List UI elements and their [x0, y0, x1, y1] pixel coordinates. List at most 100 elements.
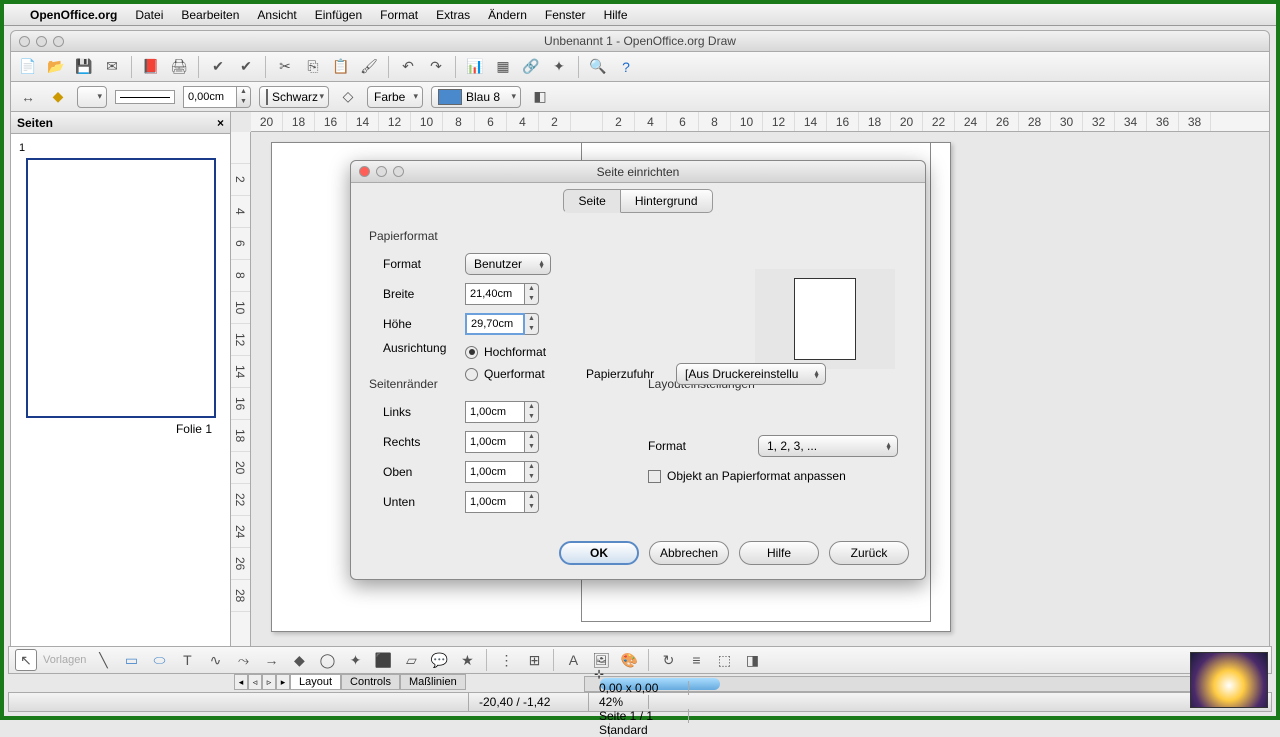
width-stepper[interactable]: ▲▼ [525, 283, 539, 305]
hyperlink-icon[interactable]: 🔗 [520, 56, 542, 78]
menu-aendern[interactable]: Ändern [488, 8, 527, 22]
minimize-icon[interactable] [36, 36, 47, 47]
callouts-icon[interactable]: 💬 [428, 649, 450, 671]
height-stepper[interactable]: ▲▼ [525, 313, 539, 335]
margin-left-stepper[interactable]: ▲▼ [525, 401, 539, 423]
line-width-input[interactable] [183, 86, 237, 108]
tab-nav-last-icon[interactable]: ▸ [276, 674, 290, 690]
block-arrows-icon[interactable]: ⬛ [372, 649, 394, 671]
zoom-icon[interactable]: 🔍 [587, 56, 609, 78]
margin-bottom-input[interactable] [465, 491, 525, 513]
margin-left-input[interactable] [465, 401, 525, 423]
open-icon[interactable]: 📂 [45, 56, 67, 78]
navigator-icon[interactable]: ✦ [548, 56, 570, 78]
chart-icon[interactable]: 📊 [464, 56, 486, 78]
format-select[interactable]: Benutzer [465, 253, 551, 275]
layout-format-select[interactable]: 1, 2, 3, ... [758, 435, 898, 457]
help-icon[interactable]: ? [615, 56, 637, 78]
tab-nav-next-icon[interactable]: ▹ [262, 674, 276, 690]
arrow-style-combo[interactable] [77, 86, 107, 108]
area-icon[interactable]: ◇ [337, 86, 359, 108]
spellcheck-icon[interactable]: ✔ [207, 56, 229, 78]
save-icon[interactable]: 💾 [73, 56, 95, 78]
pdf-icon[interactable]: 📕 [140, 56, 162, 78]
points-icon[interactable]: ⋮ [495, 649, 517, 671]
page-thumbnail[interactable] [26, 158, 216, 418]
margin-right-input[interactable] [465, 431, 525, 453]
portrait-radio[interactable] [465, 346, 478, 359]
margin-right-stepper[interactable]: ▲▼ [525, 431, 539, 453]
sheet-tab-layout[interactable]: Layout [290, 674, 341, 690]
flowcharts-icon[interactable]: ▱ [400, 649, 422, 671]
glue-icon[interactable]: ⊞ [523, 649, 545, 671]
menu-datei[interactable]: Datei [135, 8, 163, 22]
rect-icon[interactable]: ▭ [120, 649, 142, 671]
paste-icon[interactable]: 📋 [330, 56, 352, 78]
zoom-icon[interactable] [53, 36, 64, 47]
redo-icon[interactable]: ↷ [425, 56, 447, 78]
line-color-combo[interactable]: Schwarz [259, 86, 329, 108]
sheet-tab-masslinien[interactable]: Maßlinien [400, 674, 466, 690]
extrusion-icon[interactable]: ◨ [741, 649, 763, 671]
cut-icon[interactable]: ✂ [274, 56, 296, 78]
arrow-icon[interactable]: ↔ [17, 86, 39, 108]
align-icon[interactable]: ≡ [685, 649, 707, 671]
ellipse-icon[interactable]: ⬭ [148, 649, 170, 671]
status-zoom[interactable]: 42% [589, 695, 649, 709]
menu-app[interactable]: OpenOffice.org [30, 8, 117, 22]
lines-arrows-icon[interactable]: → [260, 649, 282, 671]
rotate-icon[interactable]: ↻ [657, 649, 679, 671]
menu-fenster[interactable]: Fenster [545, 8, 586, 22]
margin-top-stepper[interactable]: ▲▼ [525, 461, 539, 483]
shadow-icon[interactable]: ◧ [529, 86, 551, 108]
tab-nav-first-icon[interactable]: ◂ [234, 674, 248, 690]
ok-button[interactable]: OK [559, 541, 639, 565]
close-icon[interactable] [19, 36, 30, 47]
close-panel-icon[interactable]: × [217, 116, 224, 130]
menu-ansicht[interactable]: Ansicht [257, 8, 296, 22]
menu-format[interactable]: Format [380, 8, 418, 22]
line-icon[interactable]: ╲ [92, 649, 114, 671]
fill-type-combo[interactable]: Farbe [367, 86, 423, 108]
tab-nav-prev-icon[interactable]: ◃ [248, 674, 262, 690]
fit-object-checkbox[interactable] [648, 470, 661, 483]
tab-hintergrund[interactable]: Hintergrund [621, 189, 713, 213]
fill-color-combo[interactable]: Blau 8 [431, 86, 521, 108]
symbol-shapes-icon[interactable]: ✦ [344, 649, 366, 671]
paper-tray-select[interactable]: [Aus Druckereinstellu [676, 363, 826, 385]
dialog-close-icon[interactable] [359, 166, 370, 177]
email-icon[interactable]: ✉ [101, 56, 123, 78]
tab-seite[interactable]: Seite [563, 189, 620, 213]
back-button[interactable]: Zurück [829, 541, 909, 565]
fontwork-icon[interactable]: A [562, 649, 584, 671]
menu-extras[interactable]: Extras [436, 8, 470, 22]
height-input[interactable] [465, 313, 525, 335]
text-icon[interactable]: T [176, 649, 198, 671]
gallery-icon[interactable]: 🎨 [618, 649, 640, 671]
sheet-tab-controls[interactable]: Controls [341, 674, 400, 690]
undo-icon[interactable]: ↶ [397, 56, 419, 78]
3d-icon[interactable]: ◆ [288, 649, 310, 671]
menu-bearbeiten[interactable]: Bearbeiten [181, 8, 239, 22]
stars-icon[interactable]: ★ [456, 649, 478, 671]
margin-bottom-stepper[interactable]: ▲▼ [525, 491, 539, 513]
dialog-minimize-icon[interactable] [376, 166, 387, 177]
basic-shapes-icon[interactable]: ◯ [316, 649, 338, 671]
print-icon[interactable]: 🖨 [168, 56, 190, 78]
width-input[interactable] [465, 283, 525, 305]
point-edit-icon[interactable]: ◆ [47, 86, 69, 108]
cancel-button[interactable]: Abbrechen [649, 541, 729, 565]
connector-icon[interactable]: ⤳ [232, 649, 254, 671]
table-icon[interactable]: ▦ [492, 56, 514, 78]
line-style-combo[interactable] [115, 90, 175, 104]
line-width-stepper[interactable]: ▲▼ [237, 86, 251, 108]
select-icon[interactable]: ↖ [15, 649, 37, 671]
menu-hilfe[interactable]: Hilfe [604, 8, 628, 22]
margin-top-input[interactable] [465, 461, 525, 483]
autospell-icon[interactable]: ✔ [235, 56, 257, 78]
dialog-zoom-icon[interactable] [393, 166, 404, 177]
arrange-icon[interactable]: ⬚ [713, 649, 735, 671]
curve-icon[interactable]: ∿ [204, 649, 226, 671]
copy-icon[interactable]: ⎘ [302, 56, 324, 78]
help-button[interactable]: Hilfe [739, 541, 819, 565]
